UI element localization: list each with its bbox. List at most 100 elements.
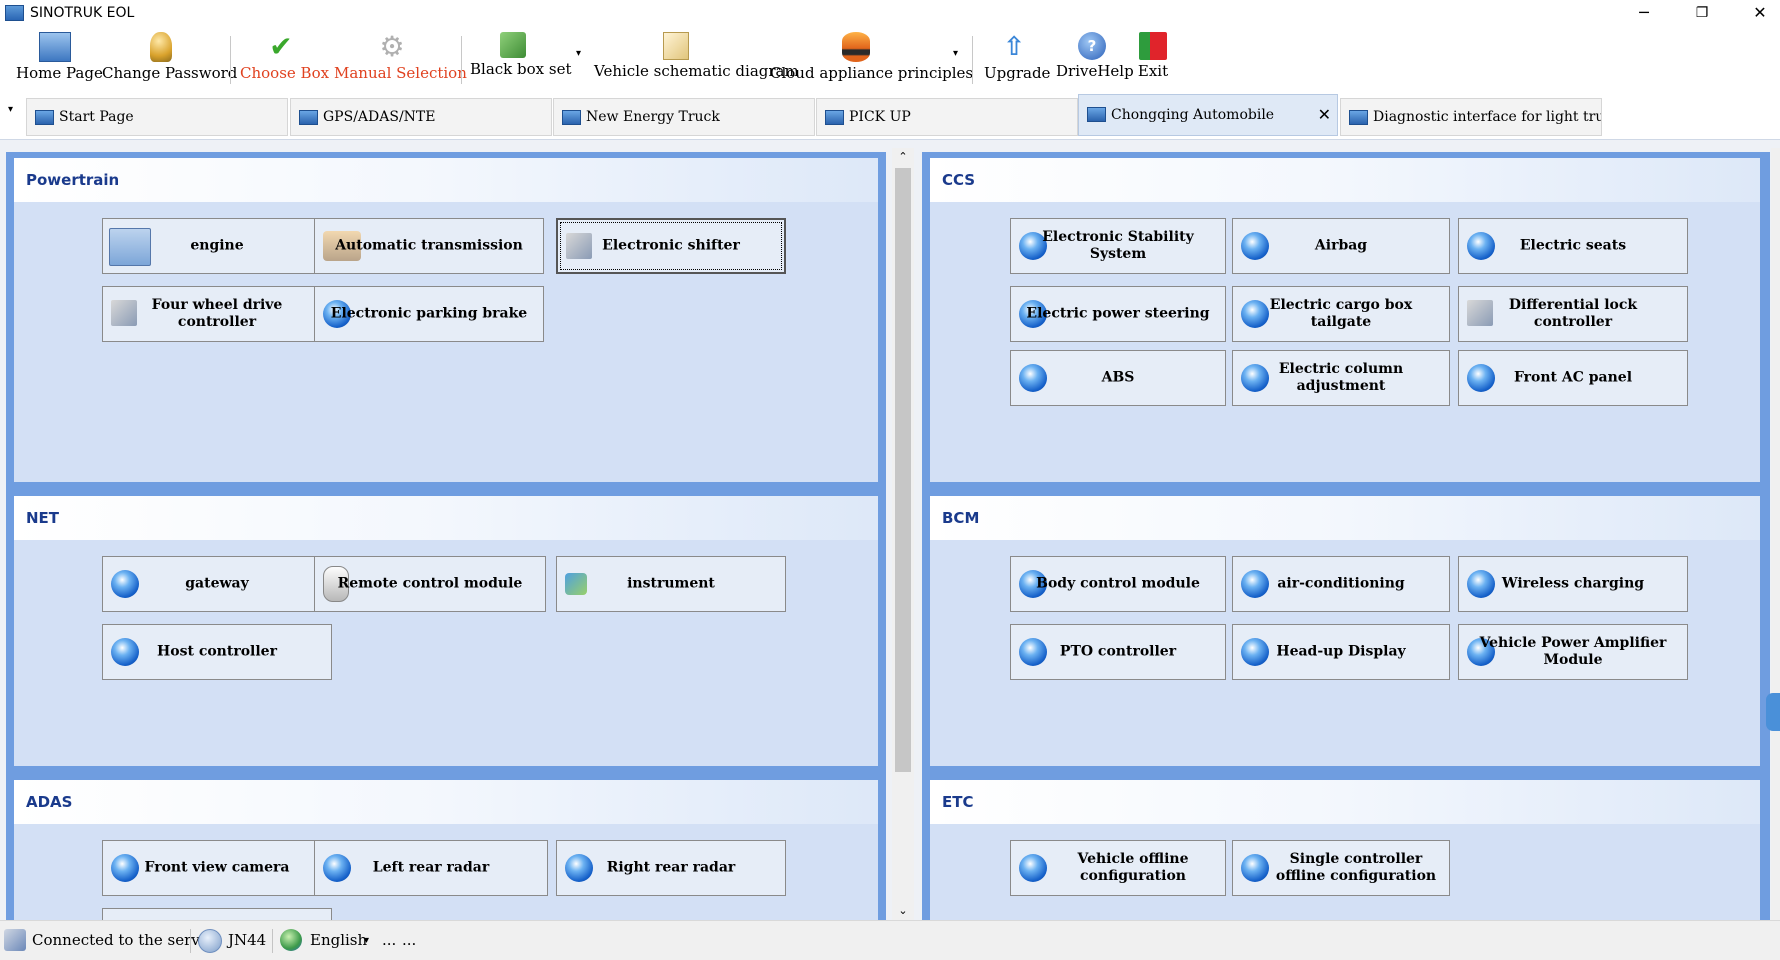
- module-button[interactable]: Vehicle Power Amplifier Module: [1458, 624, 1688, 680]
- exit-door-icon: [1139, 32, 1167, 60]
- minimize-button[interactable]: ─: [1615, 0, 1673, 28]
- module-button[interactable]: ABS: [1010, 350, 1226, 406]
- tab-gps-adas-nte[interactable]: GPS/ADAS/NTE: [290, 98, 552, 136]
- scroll-up-icon[interactable]: ⌃: [892, 148, 914, 166]
- powertrain-panel: Powertrain engine Automatic transmission…: [14, 158, 878, 482]
- tab-list-dropdown[interactable]: ▾: [8, 104, 13, 115]
- module-button[interactable]: Electric power steering: [1010, 286, 1226, 342]
- scroll-down-icon[interactable]: ⌄: [892, 902, 914, 920]
- module-button[interactable]: Electronic shifter: [556, 218, 786, 274]
- status-extra: ...: [382, 931, 397, 949]
- title-bar: SINOTRUK EOL ─ ❐ ✕: [0, 0, 1780, 28]
- manual-selection-button[interactable]: ⚙ Manual Selection: [334, 32, 467, 86]
- adas-panel: ADAS Front view camera Left rear radar R…: [14, 780, 878, 920]
- tab-bar: ▾ Start Page GPS/ADAS/NTE New Energy Tru…: [0, 94, 1780, 140]
- module-button[interactable]: Host controller: [102, 624, 332, 680]
- upgrade-button[interactable]: ⇧ Upgrade: [984, 32, 1050, 86]
- left-column: Powertrain engine Automatic transmission…: [6, 152, 886, 920]
- module-button[interactable]: Differential lock controller: [1458, 286, 1688, 342]
- tab-icon: [825, 110, 844, 125]
- home-page-button[interactable]: Home Page: [16, 32, 103, 86]
- module-button[interactable]: gateway: [102, 556, 332, 612]
- panel-body: engine Automatic transmission Electronic…: [14, 202, 878, 482]
- restore-button[interactable]: ❐: [1673, 0, 1731, 28]
- upgrade-arrow-icon: ⇧: [1003, 32, 1025, 62]
- status-extra: ...: [402, 931, 417, 949]
- module-button[interactable]: Left rear radar: [314, 840, 548, 896]
- module-button[interactable]: [102, 908, 332, 920]
- cloud-appliance-button[interactable]: Cloud appliance principles: [770, 32, 973, 86]
- tab-icon: [1087, 107, 1106, 122]
- right-scrollbar[interactable]: [1771, 148, 1780, 920]
- module-button[interactable]: instrument: [556, 556, 786, 612]
- module-button[interactable]: Head-up Display: [1232, 624, 1450, 680]
- toolbar-separator: [972, 36, 973, 84]
- tab-start-page[interactable]: Start Page: [26, 98, 288, 136]
- module-button[interactable]: Remote control module: [314, 556, 546, 612]
- module-button[interactable]: Wireless charging: [1458, 556, 1688, 612]
- status-separator: [190, 929, 191, 953]
- toolbar-separator: [461, 36, 462, 84]
- module-button[interactable]: Body control module: [1010, 556, 1226, 612]
- panel-body: Electronic Stability System Airbag Elect…: [930, 202, 1760, 482]
- module-button[interactable]: Airbag: [1232, 218, 1450, 274]
- etc-panel: ETC Vehicle offline configuration Single…: [930, 780, 1760, 920]
- module-button[interactable]: Electronic Stability System: [1010, 218, 1226, 274]
- panel-header: Powertrain: [14, 158, 878, 202]
- language-dropdown-icon[interactable]: ▾: [364, 935, 369, 946]
- module-button[interactable]: engine: [102, 218, 332, 274]
- tab-pick-up[interactable]: PICK UP: [816, 98, 1078, 136]
- tab-icon: [562, 110, 581, 125]
- database-icon: [842, 32, 870, 62]
- panel-title: Powertrain: [26, 171, 120, 189]
- module-button[interactable]: Front AC panel: [1458, 350, 1688, 406]
- module-button[interactable]: air-conditioning: [1232, 556, 1450, 612]
- panel-header: NET: [14, 496, 878, 540]
- module-button[interactable]: Electric seats: [1458, 218, 1688, 274]
- window-title: SINOTRUK EOL: [30, 5, 135, 21]
- module-button[interactable]: Electronic parking brake: [314, 286, 544, 342]
- black-box-dropdown[interactable]: ▾: [576, 48, 581, 59]
- app-icon: [5, 5, 24, 21]
- schematic-icon: [663, 32, 689, 60]
- close-button[interactable]: ✕: [1731, 0, 1780, 28]
- tab-icon: [299, 110, 318, 125]
- cloud-dropdown[interactable]: ▾: [953, 48, 958, 59]
- language-selector[interactable]: English: [310, 931, 367, 949]
- panel-body: Body control module air-conditioning Wir…: [930, 540, 1760, 766]
- module-button[interactable]: Electric column adjustment: [1232, 350, 1450, 406]
- module-button[interactable]: Vehicle offline configuration: [1010, 840, 1226, 896]
- module-button[interactable]: Front view camera: [102, 840, 332, 896]
- module-button[interactable]: Electric cargo box tailgate: [1232, 286, 1450, 342]
- panel-title: ADAS: [26, 793, 73, 811]
- panel-title: CCS: [942, 171, 976, 189]
- exit-button[interactable]: Exit: [1136, 32, 1170, 86]
- choose-box-button[interactable]: ✔ Choose Box: [240, 32, 329, 86]
- flag-icon: [500, 32, 526, 58]
- home-page-icon: [39, 32, 71, 62]
- drive-help-button[interactable]: ? DriveHelp: [1056, 32, 1134, 86]
- module-button[interactable]: Single controller offline configuration: [1232, 840, 1450, 896]
- panel-header: ETC: [930, 780, 1760, 824]
- module-button[interactable]: Four wheel drive controller: [102, 286, 332, 342]
- globe-icon: [1241, 854, 1269, 882]
- module-button[interactable]: PTO controller: [1010, 624, 1226, 680]
- device-id: JN44: [228, 931, 267, 949]
- info-icon: [198, 929, 222, 953]
- side-panel-handle[interactable]: [1766, 693, 1780, 731]
- panel-body: Vehicle offline configuration Single con…: [930, 824, 1760, 920]
- black-box-set-button[interactable]: Black box set: [470, 32, 571, 86]
- panel-title: BCM: [942, 509, 980, 527]
- tab-light-trucks[interactable]: Diagnostic interface for light trucks: [1340, 98, 1602, 136]
- scrollbar-thumb[interactable]: [895, 168, 911, 772]
- change-password-button[interactable]: Change Password: [102, 32, 237, 86]
- module-button[interactable]: Automatic transmission: [314, 218, 544, 274]
- tab-new-energy-truck[interactable]: New Energy Truck: [553, 98, 815, 136]
- tab-close-icon[interactable]: ✕: [1318, 95, 1331, 135]
- vehicle-schematic-button[interactable]: Vehicle schematic diagram: [594, 32, 799, 86]
- module-button[interactable]: Right rear radar: [556, 840, 786, 896]
- bcm-panel: BCM Body control module air-conditioning…: [930, 496, 1760, 766]
- panel-body: gateway Remote control module instrument…: [14, 540, 878, 766]
- vertical-scrollbar[interactable]: ⌃ ⌄: [892, 148, 914, 920]
- tab-chongqing-automobile[interactable]: Chongqing Automobile ✕: [1078, 94, 1338, 136]
